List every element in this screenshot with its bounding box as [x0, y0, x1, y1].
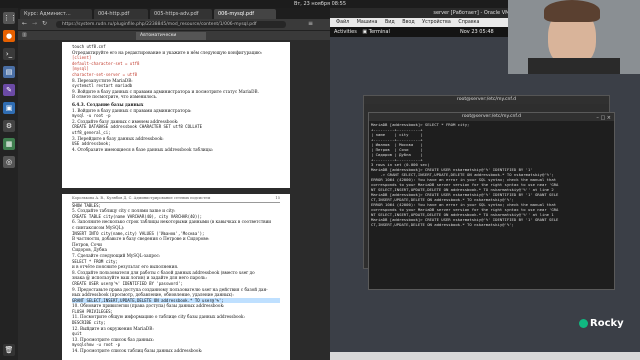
app-name: Terminal — [368, 29, 390, 35]
tab-course[interactable]: Курс: Админист… — [20, 9, 92, 19]
pdf-toolbar: ▥ Автоматически — [18, 30, 330, 40]
reload-icon[interactable]: ↻ — [42, 20, 47, 27]
tab-http-pdf[interactable]: 004-http.pdf — [94, 9, 148, 19]
rocky-logo: Rocky — [579, 318, 624, 329]
terminal-icon[interactable]: ›_ — [3, 48, 15, 60]
pdf-header-authors: Королькова А. В., Кулябов Д. С. Админист… — [72, 196, 211, 200]
pdf-page-1: touch utf8.cnf Отредактируйте его на ред… — [62, 42, 290, 188]
monitor-icon[interactable]: ▦ — [3, 138, 15, 150]
tab-label: Курс: Админист… — [24, 11, 71, 17]
terminal-window[interactable]: root@server:/etc/my.cnf.d – □ × MariaDB … — [368, 112, 615, 290]
vbox-menu-devices[interactable]: Устройства — [422, 20, 451, 25]
rocky-logo-icon — [579, 318, 588, 328]
vbox-menu-file[interactable]: Файл — [336, 20, 349, 25]
apps-grid-icon[interactable]: ⋮⋮ — [3, 12, 17, 24]
forward-icon[interactable]: → — [32, 20, 37, 27]
pdf-line: 4. Отобразите имеющиеся в базе данных ad… — [72, 146, 214, 152]
activities-button[interactable]: Activities ▣ Terminal — [334, 27, 390, 37]
trash-icon[interactable]: 🗑 — [3, 344, 15, 356]
person-hair — [544, 0, 600, 22]
pdf-page-number: 15 — [275, 196, 280, 200]
terminal-output[interactable]: MariaDB [addressbook]> SELECT * FROM cit… — [371, 122, 614, 290]
pdf-line: Отредактируйте его на редактирование и у… — [72, 49, 263, 55]
sidebar-toggle-icon[interactable]: ▥ — [22, 32, 27, 38]
screenshot-icon[interactable]: ◎ — [3, 156, 15, 168]
settings-icon[interactable]: ⚙ — [3, 120, 15, 132]
pdf-line: 14. Просмотрите список таблиц базы данны… — [72, 348, 203, 354]
files-icon[interactable]: ▤ — [3, 66, 15, 78]
terminal-title: root@server:/etc/my.cnf.d — [461, 114, 522, 119]
vbox-menu-input[interactable]: Ввод — [402, 20, 414, 25]
tab-strip: Курс: Админист… 004-http.pdf 005-https-a… — [18, 8, 330, 19]
person-shirt — [528, 58, 620, 74]
terminal-title-bar: root@server:/etc/my.cnf.d – □ × — [369, 113, 614, 121]
editor-icon[interactable]: ✎ — [3, 84, 15, 96]
browser-window: Курс: Админист… 004-http.pdf 005-https-a… — [18, 8, 330, 360]
host-clock[interactable]: Вт, 23 ноября 08:55 — [294, 1, 346, 7]
vbox-menu-machine[interactable]: Машина — [357, 20, 378, 25]
close-icon[interactable]: × — [607, 115, 611, 121]
terminal-line: CT,INSERT,UPDATE,DELETE ON addressbook.*… — [371, 222, 514, 227]
pdf-page-header: Королькова А. В., Кулябов Д. С. Админист… — [72, 196, 280, 203]
terminal-back-title: root@server:/etc/my.cnf.d — [364, 96, 609, 104]
minimize-icon[interactable]: – — [596, 115, 599, 121]
terminal-app-icon: ▣ — [362, 29, 368, 35]
vbox-status-bar — [330, 352, 640, 360]
tab-label: 005-https-adv.pdf — [154, 11, 199, 17]
activities-label: Activities — [334, 29, 357, 35]
maximize-icon[interactable]: □ — [600, 115, 605, 121]
tab-label: 004-http.pdf — [98, 11, 130, 17]
back-icon[interactable]: ← — [22, 20, 27, 27]
url-field[interactable]: https://system.rudn.ru/pluginfile.php/22… — [56, 21, 286, 28]
guest-clock[interactable]: Nov 23 05:48 — [460, 27, 494, 37]
tab-mysql-pdf[interactable]: 006-mysql.pdf — [214, 9, 276, 19]
host-dock: ⋮⋮ ● ›_ ▤ ✎ ▣ ⚙ ▦ ◎ 🗑 — [0, 8, 18, 360]
vbox-menu-help[interactable]: Справка — [458, 20, 479, 25]
vbox-menu-view[interactable]: Вид — [385, 20, 395, 25]
tab-https-pdf[interactable]: 005-https-adv.pdf — [150, 9, 212, 19]
virtualbox-icon[interactable]: ▣ — [3, 102, 15, 114]
menu-icon[interactable]: ≡ — [308, 20, 313, 27]
rocky-logo-text: Rocky — [590, 318, 624, 329]
pdf-page-2: Королькова А. В., Кулябов Д. С. Админист… — [62, 194, 290, 360]
window-controls: – □ × — [596, 114, 611, 122]
firefox-icon[interactable]: ● — [3, 30, 15, 42]
pdf-line: В ответе посмотрите, что изменилось. — [72, 94, 158, 100]
tab-label: 006-mysql.pdf — [218, 11, 255, 17]
address-bar: ← → ↻ https://system.rudn.ru/pluginfile.… — [18, 19, 330, 30]
webcam-overlay — [508, 0, 640, 74]
zoom-select[interactable]: Автоматически — [136, 32, 206, 40]
